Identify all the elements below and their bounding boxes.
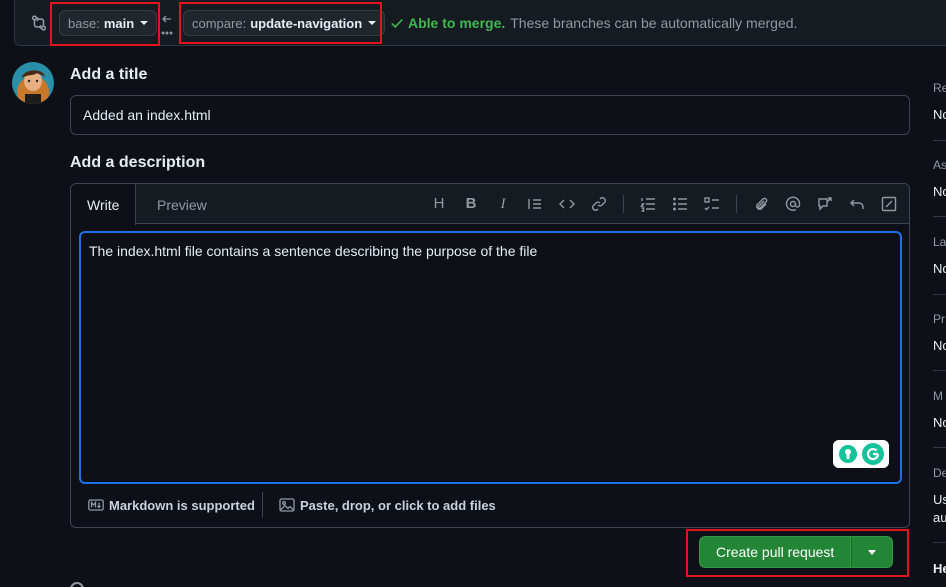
attach-files-button[interactable]: Paste, drop, or click to add files (279, 497, 496, 513)
arrow-left-icon (161, 15, 173, 35)
sidebar-value-assignees: No (933, 184, 946, 199)
title-input[interactable] (70, 95, 910, 135)
unordered-list-icon[interactable] (670, 194, 690, 214)
sidebar-heading-development[interactable]: De (933, 466, 946, 480)
markdown-icon (88, 499, 104, 511)
highlight-box (686, 529, 909, 577)
sidebar-value-labels: No (933, 261, 946, 276)
git-compare-icon (31, 15, 47, 31)
sidebar-heading-labels[interactable]: La (933, 235, 946, 249)
sidebar-heading-milestone[interactable]: M (933, 389, 946, 403)
description-textarea[interactable]: The index.html file contains a sentence … (79, 231, 902, 484)
sidebar-value-projects: No (933, 338, 946, 353)
sidebar-divider (933, 542, 946, 543)
description-editor: Write Preview H B I The index.html file … (70, 183, 910, 528)
sidebar-divider (933, 294, 946, 295)
attach-icon[interactable] (751, 194, 771, 214)
sidebar-divider (933, 447, 946, 448)
task-list-icon[interactable] (702, 194, 722, 214)
editor-toolbar: Write Preview H B I (71, 184, 909, 225)
toolbar-divider (736, 195, 737, 213)
sidebar-heading-helpful[interactable]: He (933, 561, 946, 576)
code-icon[interactable] (557, 194, 577, 214)
grammarly-icon[interactable] (833, 440, 889, 468)
sidebar-heading-reviewers[interactable]: Re (933, 81, 946, 95)
title-heading: Add a title (70, 66, 148, 83)
sidebar-value-development: Us (933, 492, 946, 507)
merge-detail-text: These branches can be automatically merg… (510, 15, 798, 31)
merge-status: Able to merge. These branches can be aut… (390, 15, 797, 31)
merge-ok-text: Able to merge. (408, 15, 506, 31)
sidebar-heading-projects[interactable]: Pr (933, 312, 946, 326)
sidebar-divider (933, 370, 946, 371)
markdown-note: Markdown is supported (109, 497, 255, 513)
sidebar-value-milestone: No (933, 415, 946, 430)
tab-preview[interactable]: Preview (141, 184, 223, 225)
toolbar-divider (623, 195, 624, 213)
ordered-list-icon[interactable] (638, 194, 658, 214)
sidebar-divider (933, 140, 946, 141)
sidebar-heading-assignees[interactable]: As (933, 158, 946, 172)
avatar[interactable] (12, 62, 54, 104)
image-icon (279, 498, 295, 512)
footer-divider (262, 492, 263, 518)
attach-note: Paste, drop, or click to add files (300, 497, 496, 513)
sidebar-divider (933, 216, 946, 217)
sidebar-value-reviewers: No (933, 107, 946, 122)
italic-icon[interactable]: I (493, 194, 513, 214)
tab-write[interactable]: Write (71, 184, 137, 225)
quote-icon[interactable] (525, 194, 545, 214)
editor-footer: Markdown is supported Paste, drop, or cl… (71, 492, 909, 526)
description-heading: Add a description (70, 154, 206, 171)
link-icon[interactable] (589, 194, 609, 214)
markdown-link[interactable]: Markdown is supported (88, 497, 255, 513)
info-icon (70, 582, 84, 587)
highlight-box (50, 2, 160, 46)
mention-icon[interactable] (783, 194, 803, 214)
bold-icon[interactable]: B (461, 194, 481, 214)
cross-reference-icon[interactable] (815, 194, 835, 214)
undo-icon[interactable] (847, 194, 867, 214)
fullscreen-icon[interactable] (879, 194, 899, 214)
check-icon (391, 18, 403, 29)
heading-icon[interactable]: H (429, 194, 449, 214)
sidebar-value-development-2: au (933, 510, 946, 525)
highlight-box (179, 2, 382, 44)
